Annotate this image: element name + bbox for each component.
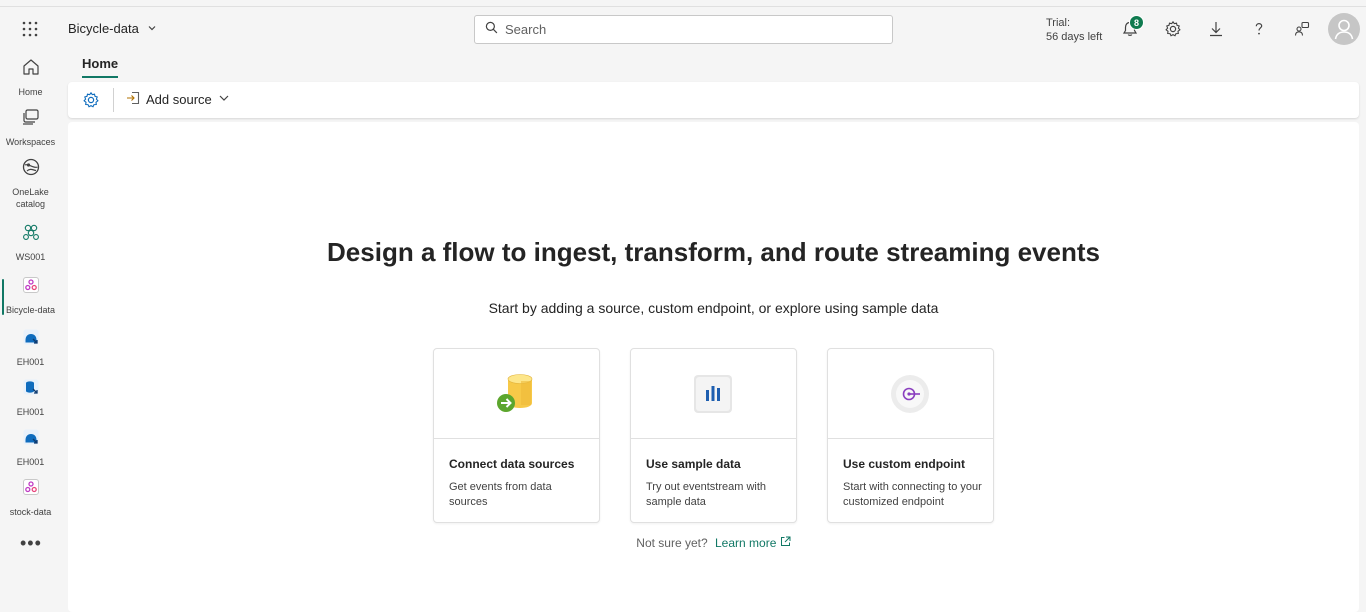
custom-endpoint-icon [889, 373, 931, 420]
notification-count-badge: 8 [1129, 15, 1144, 30]
item-name: Bicycle-data [68, 21, 139, 36]
nav-label-eh001-database: EH001 [16, 407, 45, 417]
nav-item-ws001[interactable]: WS001 [0, 222, 61, 263]
search-box[interactable] [474, 15, 893, 44]
home-icon [21, 57, 41, 82]
nav-item-eh001-eventhouse[interactable]: EH001 [0, 427, 61, 468]
nav-label-workspaces: Workspaces [5, 137, 56, 147]
add-source-label: Add source [146, 92, 212, 107]
toolbar-divider [113, 88, 114, 112]
tab-home[interactable]: Home [82, 56, 119, 78]
learn-more-row: Not sure yet? Learn more [68, 536, 1359, 550]
use-sample-data-card[interactable]: Use sample data Try out eventstream with… [630, 348, 797, 523]
card-description: Get events from data sources [449, 481, 552, 508]
card-title: Use custom endpoint [843, 457, 966, 471]
card-description: Start with connecting to your customized… [843, 481, 982, 508]
trial-label: Trial: [1046, 17, 1071, 29]
card-image-area [828, 349, 993, 439]
sample-data-chart-icon [692, 373, 734, 420]
nav-label-bicycle-data: Bicycle-data [5, 305, 56, 315]
more-options-icon[interactable]: ••• [20, 533, 42, 554]
eventhouse-icon [21, 427, 41, 452]
page-title: Design a flow to ingest, transform, and … [327, 237, 1100, 267]
connect-data-sources-card[interactable]: Connect data sources Get events from dat… [433, 348, 600, 523]
page-subtitle: Start by adding a source, custom endpoin… [488, 300, 939, 316]
nav-item-onelake-catalog[interactable]: OneLake catalog [0, 157, 61, 210]
use-custom-endpoint-card[interactable]: Use custom endpoint Start with connectin… [827, 348, 994, 523]
ribbon-tabs: Home [68, 50, 1366, 80]
nav-label-eh001: EH001 [16, 357, 45, 367]
item-name-dropdown[interactable]: Bicycle-data [68, 21, 157, 36]
chevron-down-icon [218, 92, 230, 107]
workspaces-icon [21, 107, 41, 132]
download-icon[interactable] [1205, 18, 1227, 40]
external-link-icon [780, 536, 791, 550]
learn-more-label: Learn more [715, 536, 777, 550]
kql-database-icon [21, 377, 41, 402]
nav-item-workspaces[interactable]: Workspaces [0, 107, 61, 148]
main-canvas: Design a flow to ingest, transform, and … [68, 122, 1359, 612]
ribbon-toolbar: Add source [68, 82, 1359, 118]
eventstream-icon [21, 477, 41, 502]
workspace-icon [21, 222, 41, 247]
chevron-down-icon [147, 21, 157, 36]
nav-label-ws001: WS001 [15, 252, 46, 262]
nav-label-stock-data: stock-data [9, 507, 52, 517]
help-icon[interactable] [1248, 18, 1270, 40]
search-icon [485, 21, 498, 39]
left-navigation: Home Workspaces OneLake catalog WS001 Bi… [0, 50, 61, 612]
trial-days-left: 56 days left [1046, 31, 1103, 43]
eventstream-icon [21, 275, 41, 300]
nav-item-bicycle-data[interactable]: Bicycle-data [0, 275, 61, 316]
database-connect-icon [491, 369, 541, 424]
top-bar: Bicycle-data Trial: 56 days left 8 [0, 6, 1366, 50]
add-source-icon [126, 91, 140, 108]
nav-label-home: Home [18, 87, 43, 97]
settings-gear-icon[interactable] [82, 91, 100, 109]
card-title: Connect data sources [449, 457, 575, 471]
nav-item-eh001[interactable]: EH001 [0, 327, 61, 368]
eventhouse-icon [21, 327, 41, 352]
trial-status[interactable]: Trial: 56 days left [1046, 16, 1102, 44]
settings-gear-icon[interactable] [1162, 18, 1184, 40]
add-source-button[interactable]: Add source [126, 91, 230, 108]
nav-label-onelake-catalog: OneLake catalog [12, 187, 49, 209]
card-description: Try out eventstream with sample data [646, 481, 767, 508]
learn-more-link[interactable]: Learn more [715, 536, 791, 550]
card-image-area [631, 349, 796, 439]
nav-item-home[interactable]: Home [0, 57, 61, 98]
not-sure-text: Not sure yet? [636, 536, 708, 550]
nav-item-stock-data[interactable]: stock-data [0, 477, 61, 518]
search-input[interactable] [505, 22, 885, 37]
card-title: Use sample data [646, 457, 741, 471]
share-feedback-icon[interactable] [1291, 18, 1313, 40]
onelake-icon [21, 157, 41, 182]
user-avatar[interactable] [1328, 13, 1360, 45]
nav-item-eh001-database[interactable]: EH001 [0, 377, 61, 418]
card-image-area [434, 349, 599, 439]
nav-label-eh001-eventhouse: EH001 [16, 457, 45, 467]
app-launcher-icon[interactable] [20, 19, 40, 39]
